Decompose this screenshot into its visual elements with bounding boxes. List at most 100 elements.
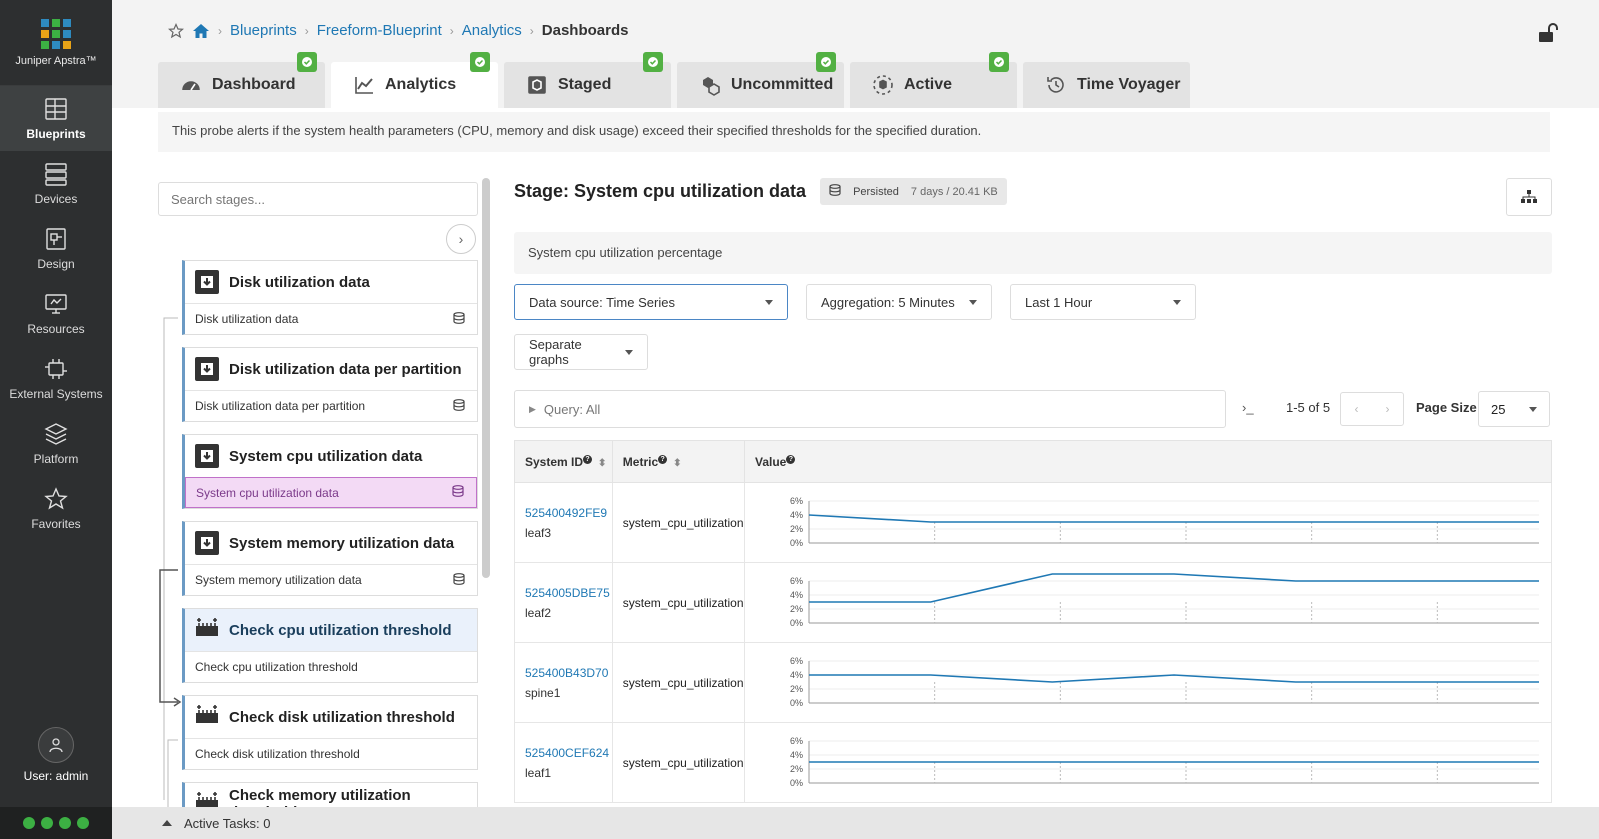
expand-button[interactable]: ›	[446, 224, 476, 254]
metric-cell: system_cpu_utilization	[611, 482, 746, 563]
query-builder[interactable]: ▶ Query: All	[514, 390, 1226, 428]
y-tick-label: 0%	[790, 538, 803, 548]
caret-down-icon	[1173, 299, 1181, 305]
nav-item-platform[interactable]: Platform	[0, 411, 112, 476]
column-header-system-id[interactable]: System ID? ⬍	[514, 440, 613, 483]
lock-button[interactable]	[1537, 22, 1559, 47]
breadcrumb-current: Dashboards	[541, 22, 629, 39]
aggregation-dropdown[interactable]: Aggregation: 5 Minutes	[806, 284, 992, 320]
sparkline-chart: 6% 4% 2% 0%	[790, 736, 1539, 788]
nav-item-resources[interactable]: Resources	[0, 281, 112, 346]
column-header-value: Value?	[744, 440, 1552, 483]
terminal-icon[interactable]: ›_	[1242, 400, 1254, 415]
stage-title: Check memory utilization threshold	[229, 787, 411, 807]
system-id-link[interactable]: 525400B43D70	[525, 666, 612, 680]
y-tick-label: 2%	[790, 684, 803, 694]
status-dot	[41, 817, 53, 829]
tab-dashboard[interactable]: Dashboard	[158, 52, 325, 108]
next-page-button[interactable]: ›	[1372, 393, 1403, 425]
tree-view-button[interactable]	[1506, 178, 1552, 216]
stage-connectors	[159, 317, 182, 807]
help-icon[interactable]: ?	[786, 454, 796, 464]
nav-item-devices[interactable]: Devices	[0, 151, 112, 216]
system-id-link[interactable]: 5254005DBE75	[525, 586, 612, 600]
breadcrumb-analytics[interactable]: Analytics	[462, 22, 522, 39]
stage-card[interactable]: Disk utilization data per partition Disk…	[182, 347, 478, 422]
cpu-series-line[interactable]	[809, 674, 1539, 683]
nav-item-favorites[interactable]: Favorites	[0, 476, 112, 541]
system-label: spine1	[525, 685, 561, 700]
system-id-cell: 525400B43D70 spine1	[514, 642, 613, 723]
tab-staged[interactable]: Staged	[504, 52, 671, 108]
check-icon	[816, 52, 836, 72]
nav-item-external-systems[interactable]: External Systems	[0, 346, 112, 411]
stage-card[interactable]: System memory utilization data System me…	[182, 521, 478, 596]
nav-label: Resources	[27, 322, 85, 336]
dashboard-icon	[182, 81, 200, 91]
graph-mode-dropdown[interactable]: Separate graphs	[514, 334, 648, 370]
caret-down-icon	[765, 299, 773, 305]
stage-card[interactable]: Check memory utilization threshold	[182, 782, 478, 807]
stage-card[interactable]: Check cpu utilization threshold Check cp…	[182, 608, 478, 683]
help-icon[interactable]: ?	[583, 454, 593, 464]
sort-icon[interactable]: ⬍	[598, 458, 606, 469]
status-indicators[interactable]	[0, 807, 112, 839]
stage-list: Disk utilization data Disk utilization d…	[182, 260, 478, 807]
column-header-metric[interactable]: Metric? ⬍	[611, 440, 746, 483]
cpu-series-line[interactable]	[809, 573, 1539, 603]
app-logo[interactable]: Juniper Apstra™	[0, 0, 112, 86]
selected-stage-output[interactable]: System cpu utilization data	[185, 477, 477, 508]
nav-item-design[interactable]: Design	[0, 216, 112, 281]
system-id-link[interactable]: 525400492FE9	[525, 506, 612, 520]
stage-output-label: Check cpu utilization threshold	[195, 660, 358, 674]
metric-cell: system_cpu_utilization	[611, 722, 746, 803]
tab-analytics[interactable]: Analytics	[331, 52, 498, 108]
y-tick-label: 2%	[790, 764, 803, 774]
devices-icon	[45, 163, 67, 186]
help-icon[interactable]: ?	[658, 454, 668, 464]
dropdown-value: Last 1 Hour	[1025, 294, 1093, 310]
tab-active[interactable]: Active	[850, 52, 1017, 108]
nav-item-blueprints[interactable]: Blueprints	[0, 86, 112, 151]
stage-card[interactable]: Disk utilization data Disk utilization d…	[182, 260, 478, 335]
persisted-detail: 7 days / 20.41 KB	[910, 185, 998, 198]
prev-page-button[interactable]: ‹	[1341, 393, 1372, 425]
breadcrumb-freeform-blueprint[interactable]: Freeform-Blueprint	[317, 22, 442, 39]
sort-icon[interactable]: ⬍	[673, 458, 681, 469]
tab-label: Staged	[558, 76, 612, 93]
cpu-series-line[interactable]	[808, 514, 1539, 523]
time-range-dropdown[interactable]: Last 1 Hour	[1010, 284, 1196, 320]
analytics-icon	[355, 77, 373, 94]
stage-card[interactable]: Check disk utilization threshold Check d…	[182, 695, 478, 770]
caret-down-icon	[1529, 406, 1537, 412]
stage-card[interactable]: System cpu utilization data System cpu u…	[182, 434, 478, 509]
home-icon[interactable]	[192, 23, 210, 39]
value-cell: 6% 4% 2% 0%	[744, 642, 1552, 723]
tab-time-voyager[interactable]: Time Voyager	[1023, 62, 1190, 108]
star-outline-icon[interactable]	[168, 22, 184, 39]
page-size-dropdown[interactable]: 25	[1478, 391, 1550, 427]
dropdown-value: Aggregation: 5 Minutes	[821, 294, 955, 310]
caret-right-icon: ▶	[529, 403, 536, 414]
persisted-label: Persisted	[853, 185, 899, 198]
user-icon	[49, 738, 63, 753]
breadcrumb-separator: ›	[304, 23, 309, 38]
data-table: System ID? ⬍ Metric? ⬍ Value? 525400492FE9…	[514, 440, 1552, 803]
breadcrumb-blueprints[interactable]: Blueprints	[230, 22, 297, 39]
tab-uncommitted[interactable]: Uncommitted	[677, 52, 844, 108]
source-stage-icon	[195, 270, 219, 294]
y-tick-label: 0%	[790, 618, 803, 628]
check-icon	[643, 52, 663, 72]
stages-scrollbar[interactable]	[482, 178, 490, 578]
data-source-dropdown[interactable]: Data source: Time Series	[514, 284, 788, 320]
search-stages-input[interactable]	[158, 182, 478, 216]
system-id-link[interactable]: 525400CEF624	[525, 746, 612, 760]
expand-up-icon	[162, 820, 172, 826]
user-menu[interactable]: User: admin	[0, 727, 112, 783]
check-icon	[470, 52, 490, 72]
sparkline-chart: 6% 4% 2% 0%	[790, 496, 1539, 548]
tab-label: Analytics	[385, 76, 457, 93]
y-tick-label: 4%	[790, 750, 803, 760]
value-cell: 6% 4% 2% 0%	[744, 722, 1552, 803]
active-tasks-bar[interactable]: Active Tasks: 0	[112, 807, 1599, 839]
